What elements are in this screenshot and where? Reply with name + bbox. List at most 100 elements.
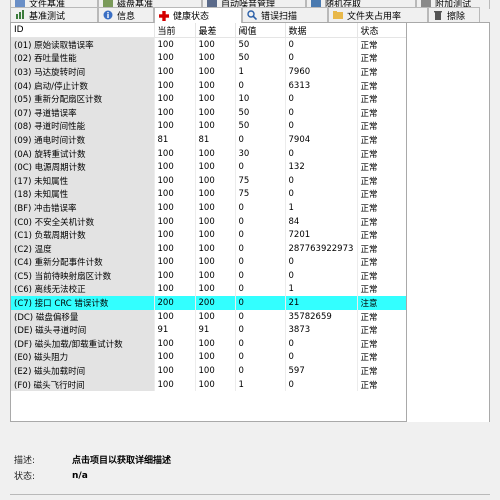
attr-worst: 200 xyxy=(195,296,236,310)
table-row[interactable]: (DF) 磁头加载/卸载重试计数 100 100 0 0 正常 xyxy=(11,337,406,351)
table-row[interactable]: (F0) 磁头飞行时间 100 100 1 0 正常 xyxy=(11,377,406,392)
table-row[interactable]: (C5) 当前待映射扇区计数 100 100 0 0 正常 xyxy=(11,269,406,283)
table-row[interactable]: (05) 重新分配扇区计数 100 100 10 0 正常 xyxy=(11,92,406,106)
table-row[interactable]: (17) 未知属性 100 100 75 0 正常 xyxy=(11,173,406,188)
col-header-status[interactable]: 状态 xyxy=(357,23,406,38)
attr-status: 正常 xyxy=(357,92,406,106)
attr-worst: 100 xyxy=(195,65,236,79)
attr-current: 100 xyxy=(154,78,196,93)
attr-data: 1 xyxy=(285,201,358,215)
attr-status: 正常 xyxy=(357,214,406,229)
attr-data: 0 xyxy=(285,105,358,120)
attr-data: 0 xyxy=(285,269,358,283)
attr-current: 100 xyxy=(154,282,196,297)
attr-threshold: 50 xyxy=(235,37,286,52)
tab-benchmark[interactable]: 基准测试 xyxy=(10,7,98,22)
table-row[interactable]: (0A) 旋转重试计数 100 100 30 0 正常 xyxy=(11,146,406,161)
attr-id: (C0) 不安全关机计数 xyxy=(11,214,155,229)
table-row[interactable]: (04) 启动/停止计数 100 100 0 6313 正常 xyxy=(11,78,406,93)
attr-threshold: 0 xyxy=(235,309,286,324)
attr-current: 100 xyxy=(154,105,196,120)
table-row[interactable]: (03) 马达旋转时间 100 100 1 7960 正常 xyxy=(11,65,406,79)
attr-id: (01) 原始读取错误率 xyxy=(11,37,155,52)
attr-id: (0C) 电源周期计数 xyxy=(11,160,155,174)
col-header-threshold[interactable]: 阈值 xyxy=(235,23,286,38)
table-row[interactable]: (BF) 冲击错误率 100 100 0 1 正常 xyxy=(11,201,406,215)
attr-threshold: 0 xyxy=(235,241,286,256)
status-value: n/a xyxy=(72,470,88,481)
attr-threshold: 0 xyxy=(235,282,286,297)
tab-health[interactable]: 健康状态 xyxy=(154,7,242,23)
attr-status: 正常 xyxy=(357,255,406,270)
attr-current: 100 xyxy=(154,269,196,283)
attr-id: (BF) 冲击错误率 xyxy=(11,201,155,215)
tab-error-scan[interactable]: 错误扫描 xyxy=(242,7,328,22)
col-header-data[interactable]: 数据 xyxy=(285,23,358,38)
table-row[interactable]: (02) 吞吐量性能 100 100 50 0 正常 xyxy=(11,51,406,66)
attr-status: 正常 xyxy=(357,269,406,283)
attr-status: 正常 xyxy=(357,187,406,202)
table-row[interactable]: (C4) 重新分配事件计数 100 100 0 0 正常 xyxy=(11,255,406,270)
attr-worst: 100 xyxy=(195,37,236,52)
attr-current: 100 xyxy=(154,364,196,378)
table-row[interactable]: (C0) 不安全关机计数 100 100 0 84 正常 xyxy=(11,214,406,229)
table-row[interactable]: (C2) 温度 100 100 0 287763922973 正常 xyxy=(11,241,406,256)
attr-current: 100 xyxy=(154,146,196,161)
attr-data: 0 xyxy=(285,173,358,188)
attr-current: 100 xyxy=(154,65,196,79)
attr-status: 正常 xyxy=(357,350,406,365)
col-header-current[interactable]: 当前 xyxy=(154,23,196,38)
attr-worst: 100 xyxy=(195,187,236,202)
attr-threshold: 1 xyxy=(235,65,286,79)
attr-data: 1 xyxy=(285,282,358,297)
col-header-id[interactable]: ID xyxy=(11,23,155,38)
attr-id: (C6) 离线无法校正 xyxy=(11,282,155,297)
attr-id: (E2) 磁头加载时间 xyxy=(11,364,155,378)
attr-current: 100 xyxy=(154,201,196,215)
attr-data: 0 xyxy=(285,337,358,351)
table-row[interactable]: (DE) 磁头寻道时间 91 91 0 3873 正常 xyxy=(11,323,406,338)
table-header-row: ID 当前 最差 阈值 数据 状态 xyxy=(11,23,406,38)
description-label: 描述: xyxy=(14,456,36,466)
attr-status: 正常 xyxy=(357,282,406,297)
tab-info[interactable]: 信息 xyxy=(98,7,154,22)
attr-threshold: 50 xyxy=(235,105,286,120)
table-row[interactable]: (0C) 电源周期计数 100 100 0 132 正常 xyxy=(11,160,406,174)
table-row[interactable]: (C1) 负载周期计数 100 100 0 7201 正常 xyxy=(11,228,406,242)
table-row[interactable]: (E2) 磁头加载时间 100 100 0 597 正常 xyxy=(11,364,406,378)
attr-threshold: 0 xyxy=(235,160,286,174)
attr-current: 100 xyxy=(154,350,196,365)
attr-threshold: 30 xyxy=(235,146,286,161)
attr-id: (E0) 磁头阻力 xyxy=(11,350,155,365)
attr-threshold: 0 xyxy=(235,350,286,365)
attr-data: 7201 xyxy=(285,228,358,242)
col-header-worst[interactable]: 最差 xyxy=(195,23,236,38)
attr-worst: 100 xyxy=(195,201,236,215)
table-row-selected[interactable]: (C7) 接口 CRC 错误计数 200 200 0 21 注意 xyxy=(11,296,406,310)
table-row[interactable]: (07) 寻道错误率 100 100 50 0 正常 xyxy=(11,105,406,120)
attr-data: 0 xyxy=(285,51,358,66)
attr-worst: 100 xyxy=(195,119,236,134)
attr-status: 注意 xyxy=(357,296,406,310)
attr-threshold: 50 xyxy=(235,51,286,66)
description-value: 点击项目以获取详细描述 xyxy=(72,456,172,466)
table-row[interactable]: (18) 未知属性 100 100 75 0 正常 xyxy=(11,187,406,202)
table-empty-area xyxy=(407,22,490,422)
table-row[interactable]: (C6) 离线无法校正 100 100 0 1 正常 xyxy=(11,282,406,297)
status-label: 状态: xyxy=(14,472,36,482)
attr-threshold: 0 xyxy=(235,269,286,283)
attr-data: 597 xyxy=(285,364,358,378)
attr-id: (DF) 磁头加载/卸载重试计数 xyxy=(11,337,155,351)
attr-status: 正常 xyxy=(357,337,406,351)
tab-erase[interactable]: 擦除 xyxy=(428,7,480,22)
folder-icon xyxy=(333,10,343,20)
table-row[interactable]: (09) 通电时间计数 81 81 0 7904 正常 xyxy=(11,133,406,147)
attr-data: 7960 xyxy=(285,65,358,79)
table-row[interactable]: (DC) 磁盘偏移量 100 100 0 35782659 正常 xyxy=(11,309,406,324)
table-row[interactable]: (08) 寻道时间性能 100 100 50 0 正常 xyxy=(11,119,406,134)
table-row[interactable]: (E0) 磁头阻力 100 100 0 0 正常 xyxy=(11,350,406,365)
attr-worst: 100 xyxy=(195,214,236,229)
status-line: 状态: n/a xyxy=(14,469,88,483)
table-row[interactable]: (01) 原始读取错误率 100 100 50 0 正常 xyxy=(11,37,406,52)
tab-folder-usage[interactable]: 文件夹占用率 xyxy=(328,7,428,22)
